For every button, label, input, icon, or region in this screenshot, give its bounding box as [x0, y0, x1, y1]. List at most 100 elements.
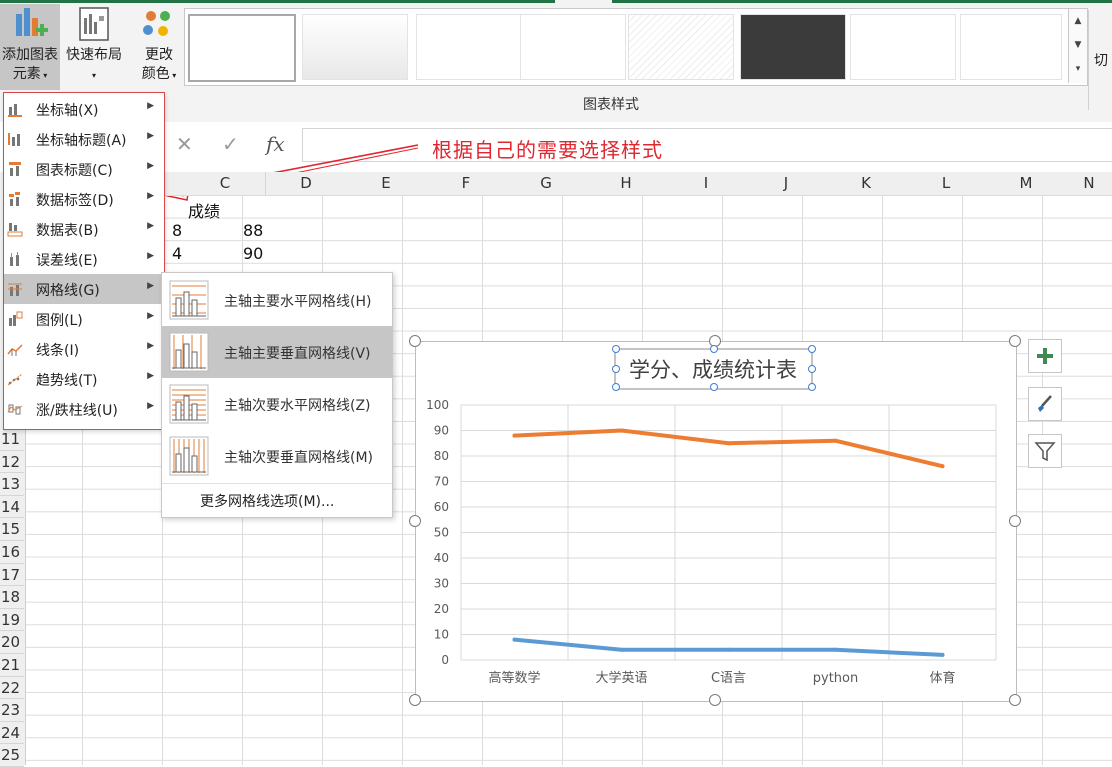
- column-header-i[interactable]: I: [666, 172, 747, 195]
- submenu-item-primary-major-horizontal-gridlines[interactable]: 主轴主要水平网格线(H): [162, 274, 392, 326]
- menu-item-label: 数据表(B): [36, 223, 99, 239]
- menu-item-data-labels[interactable]: 数据标签(D) ▶: [4, 184, 164, 214]
- row-header-19[interactable]: 19: [0, 608, 24, 632]
- submenu-item-primary-minor-horizontal-gridlines[interactable]: 主轴次要水平网格线(Z): [162, 378, 392, 430]
- column-header-m[interactable]: M: [986, 172, 1067, 195]
- title-resize-handle[interactable]: [612, 365, 620, 373]
- resize-handle-bottom-right[interactable]: [1009, 694, 1021, 706]
- submenu-arrow-icon: ▶: [147, 101, 154, 111]
- legend-icon: [7, 311, 23, 327]
- resize-handle-top-right[interactable]: [1009, 335, 1021, 347]
- menu-item-axis-titles[interactable]: 坐标轴标题(A) ▶: [4, 124, 164, 154]
- column-header-k[interactable]: K: [826, 172, 907, 195]
- more-gridline-options[interactable]: 更多网格线选项(M)...: [200, 491, 334, 511]
- submenu-arrow-icon: ▶: [147, 251, 154, 261]
- column-header-d[interactable]: D: [266, 172, 347, 195]
- column-header-c[interactable]: C: [185, 172, 266, 195]
- row-header-21[interactable]: 21: [0, 654, 24, 677]
- chart-style-1[interactable]: [188, 14, 296, 82]
- row-header-22[interactable]: 22: [0, 676, 24, 700]
- chart-style-2[interactable]: [302, 14, 408, 80]
- submenu-arrow-icon: ▶: [147, 191, 154, 201]
- title-resize-handle[interactable]: [710, 383, 718, 391]
- row-header-13[interactable]: 13: [0, 473, 24, 496]
- add-chart-element-button[interactable]: 添加图表 元素 ▾: [0, 4, 60, 90]
- submenu-item-primary-major-vertical-gridlines[interactable]: 主轴主要垂直网格线(V): [162, 326, 392, 378]
- title-resize-handle[interactable]: [710, 345, 718, 353]
- cell-b3[interactable]: 4: [172, 244, 182, 263]
- column-header-l[interactable]: L: [906, 172, 987, 195]
- menu-item-chart-title[interactable]: 图表标题(C) ▶: [4, 154, 164, 184]
- column-header-g[interactable]: G: [506, 172, 587, 195]
- menu-item-up-down-bars[interactable]: 涨/跌柱线(U) ▶: [4, 394, 164, 424]
- chart-elements-button[interactable]: [1028, 339, 1062, 373]
- chart-styles-button[interactable]: [1028, 387, 1062, 421]
- gallery-expand-icon[interactable]: ▾: [1069, 57, 1087, 81]
- resize-handle-bottom-left[interactable]: [409, 694, 421, 706]
- row-header-24[interactable]: 24: [0, 721, 24, 745]
- resize-handle-right[interactable]: [1009, 515, 1021, 527]
- chart-style-6[interactable]: [740, 14, 846, 80]
- x-tick-label: 体育: [929, 670, 955, 686]
- row-header-11[interactable]: 11: [0, 428, 24, 451]
- chart-area[interactable]: 0 10 20 30 40 50 60 70 80 90 100 高等数学 大学英语 C语言 python 体…: [415, 341, 1017, 702]
- primary-minor-horizontal-gridlines-icon: [169, 384, 209, 424]
- cell-c2[interactable]: 88: [243, 221, 263, 240]
- title-resize-handle[interactable]: [612, 345, 620, 353]
- column-header-e[interactable]: E: [346, 172, 427, 195]
- annotation-text: 根据自己的需要选择样式: [432, 138, 663, 162]
- row-header-17[interactable]: 17: [0, 563, 24, 587]
- chart-style-3[interactable]: [416, 14, 522, 80]
- row-header-15[interactable]: 15: [0, 518, 24, 541]
- quick-layout-button[interactable]: 快速布局 ▾: [62, 4, 126, 90]
- x-tick-label: 高等数学: [488, 670, 540, 686]
- chart-style-4[interactable]: [520, 14, 626, 80]
- resize-handle-left[interactable]: [409, 515, 421, 527]
- row-header-25[interactable]: 25: [0, 744, 24, 767]
- row-header-18[interactable]: 18: [0, 586, 24, 609]
- menu-item-error-bars[interactable]: 误差线(E) ▶: [4, 244, 164, 274]
- title-resize-handle[interactable]: [808, 365, 816, 373]
- row-header-20[interactable]: 20: [0, 631, 24, 654]
- title-resize-handle[interactable]: [808, 383, 816, 391]
- cell-c3[interactable]: 90: [243, 244, 263, 263]
- menu-item-data-table[interactable]: 数据表(B) ▶: [4, 214, 164, 244]
- column-header-h[interactable]: H: [586, 172, 667, 195]
- primary-major-vertical-gridlines-icon: [169, 332, 209, 372]
- cell-b2[interactable]: 8: [172, 221, 182, 240]
- row-header-14[interactable]: 14: [0, 495, 24, 519]
- menu-item-gridlines[interactable]: 网格线(G) ▶: [4, 274, 164, 304]
- trendline-icon: [7, 371, 23, 387]
- column-header-j[interactable]: J: [746, 172, 827, 195]
- submenu-arrow-icon: ▶: [147, 221, 154, 231]
- gallery-scroll-down-icon[interactable]: ▼: [1069, 33, 1087, 57]
- column-header-n[interactable]: N: [1066, 172, 1112, 195]
- menu-item-axes[interactable]: 坐标轴(X) ▶: [4, 94, 164, 124]
- row-header-23[interactable]: 23: [0, 699, 24, 722]
- menu-item-trendline[interactable]: 趋势线(T) ▶: [4, 364, 164, 394]
- series-line-0: [512, 428, 945, 469]
- row-header-12[interactable]: 12: [0, 450, 24, 474]
- resize-handle-bottom[interactable]: [709, 694, 721, 706]
- primary-minor-vertical-gridlines-icon: [169, 436, 209, 476]
- chart-filters-button[interactable]: [1028, 434, 1062, 468]
- switch-row-column-button[interactable]: 切: [1094, 50, 1108, 70]
- chart-style-7[interactable]: [850, 14, 956, 80]
- change-colors-button[interactable]: 更改 颜色 ▾: [136, 4, 182, 90]
- resize-handle-top-left[interactable]: [409, 335, 421, 347]
- chart-style-5[interactable]: [628, 14, 734, 80]
- x-tick-label: python: [813, 671, 858, 686]
- chart-style-8[interactable]: [960, 14, 1062, 80]
- menu-item-lines[interactable]: 线条(I) ▶: [4, 334, 164, 364]
- menu-item-label: 坐标轴标题(A): [36, 133, 127, 149]
- submenu-item-primary-minor-vertical-gridlines[interactable]: 主轴次要垂直网格线(M): [162, 430, 392, 482]
- menu-item-legend[interactable]: 图例(L) ▶: [4, 304, 164, 334]
- cell-c1[interactable]: 成绩: [188, 198, 220, 222]
- row-header-16[interactable]: 16: [0, 541, 24, 564]
- y-tick-label: 70: [434, 475, 449, 489]
- title-resize-handle[interactable]: [808, 345, 816, 353]
- submenu-arrow-icon: ▶: [147, 401, 154, 411]
- title-resize-handle[interactable]: [612, 383, 620, 391]
- gallery-scroll-up-icon[interactable]: ▲: [1069, 9, 1087, 33]
- column-header-f[interactable]: F: [426, 172, 507, 195]
